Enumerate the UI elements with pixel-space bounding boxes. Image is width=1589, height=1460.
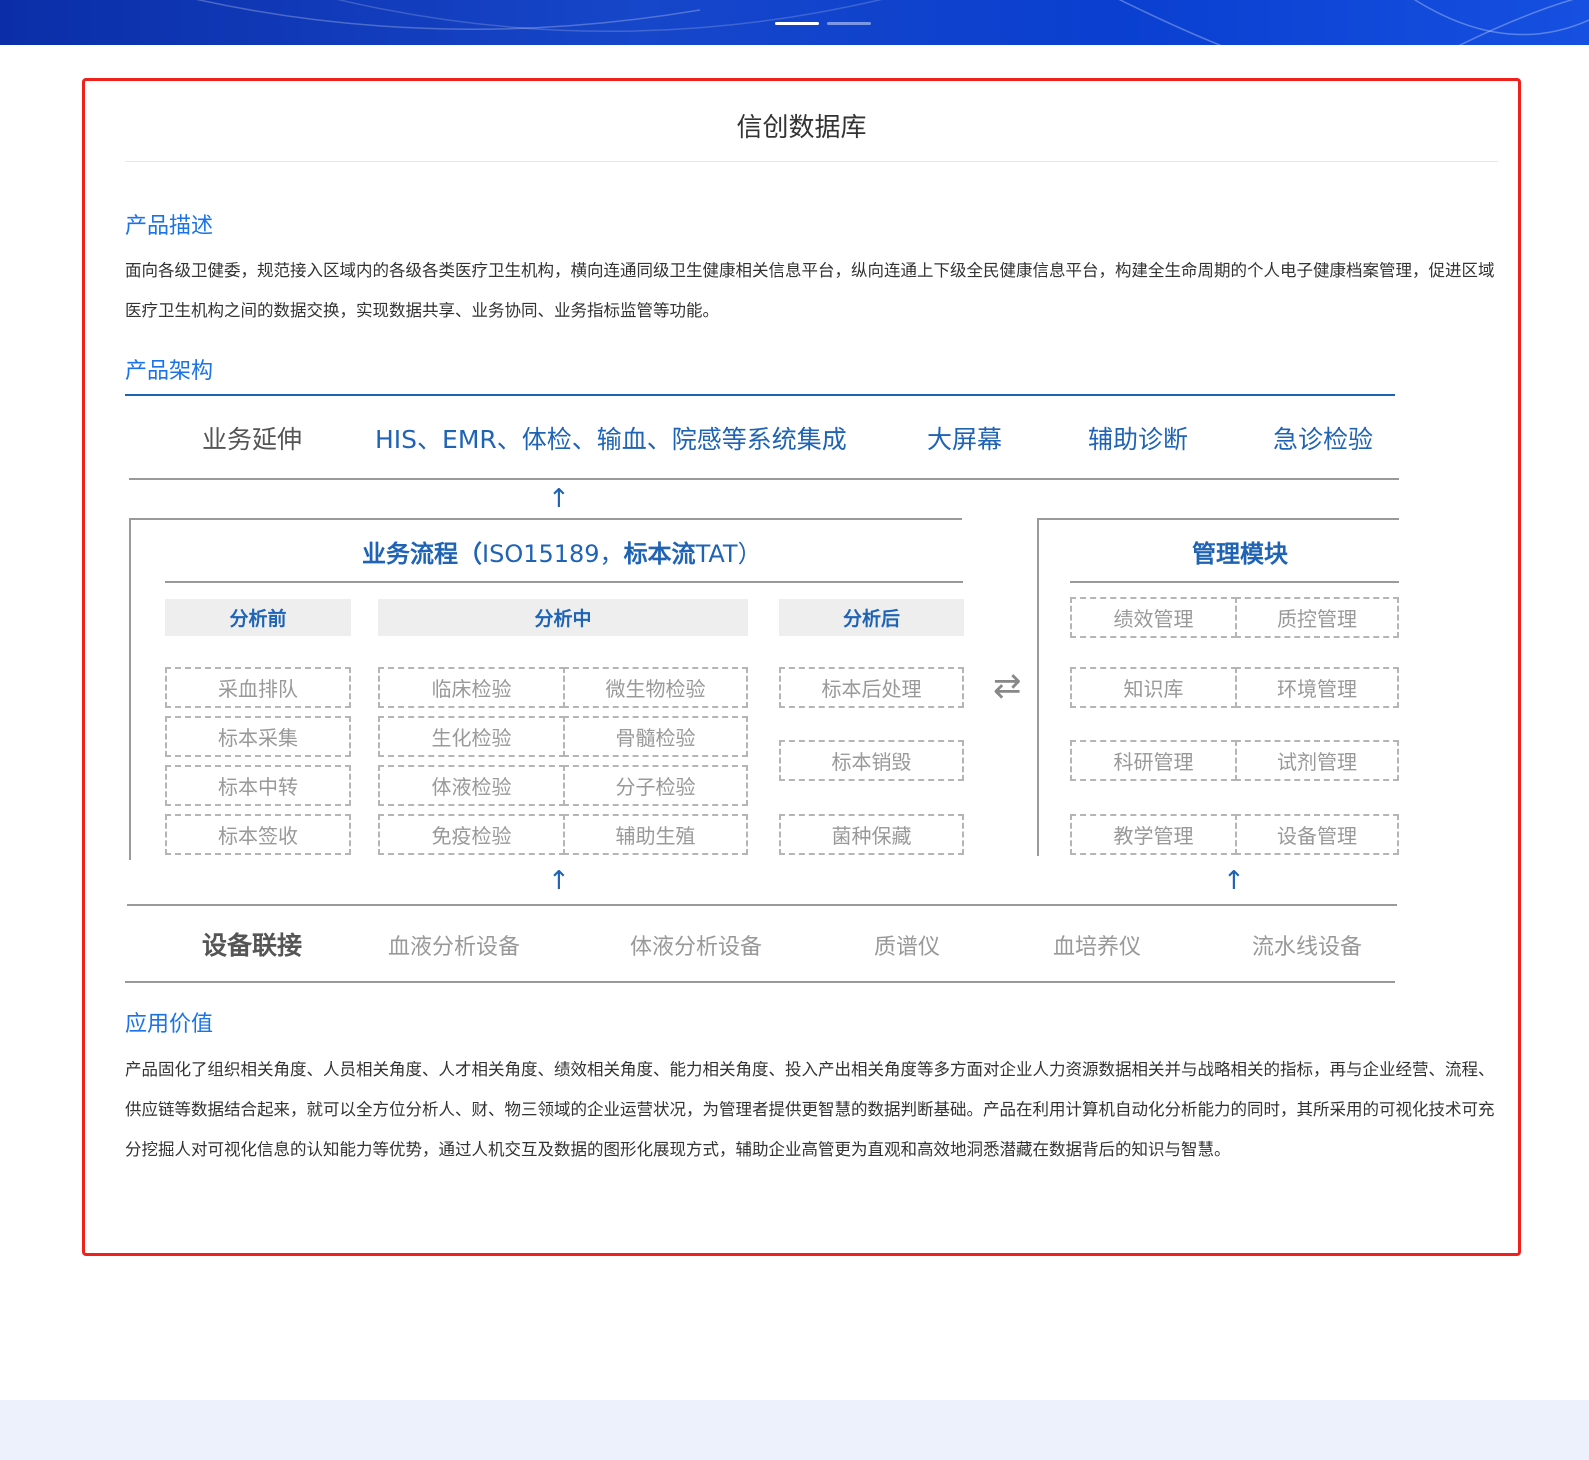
header-post-analysis: 分析后 (779, 599, 964, 636)
management-cell: 教学管理 (1070, 814, 1237, 855)
extension-item: 大屏幕 (927, 425, 1003, 454)
device-item: 体液分析设备 (630, 935, 763, 960)
management-cell: 知识库 (1070, 667, 1237, 708)
carousel-indicators (775, 22, 871, 25)
section-heading-value: 应用价值 (125, 1012, 214, 1037)
devices-label: 设备联接 (202, 931, 303, 960)
extension-item: HIS、EMR、体检、输血、院感等系统集成 (375, 425, 847, 454)
process-cell: 标本采集 (165, 716, 351, 757)
process-cell: 免疫检验 (378, 814, 565, 855)
page-title: 信创数据库 (736, 113, 867, 143)
process-cell: 分子检验 (563, 765, 748, 806)
extension-divider (129, 478, 1399, 480)
devices-top-rule (127, 904, 1397, 906)
process-title: 业务流程（ISO15189，标本流TAT） (362, 540, 762, 568)
header-mid-analysis: 分析中 (378, 599, 748, 636)
description-text: 面向各级卫健委，规范接入区域内的各级各类医疗卫生机构，横向连通同级卫生健康相关信… (125, 261, 1495, 320)
architecture-diagram: 业务延伸 HIS、EMR、体检、输血、院感等系统集成 大屏幕 辅助诊断 急诊检验… (125, 394, 1405, 986)
title-divider (125, 161, 1498, 162)
process-cell: 标本签收 (165, 814, 351, 855)
arrow-up-icon: ↑ (548, 484, 570, 514)
device-item: 质谱仪 (874, 935, 941, 960)
architecture-top-rule (125, 394, 1395, 396)
management-cell: 设备管理 (1235, 814, 1399, 855)
devices-bottom-rule (125, 981, 1395, 983)
process-cell: 骨髓检验 (563, 716, 748, 757)
process-box-top (129, 518, 962, 520)
process-cell: 采血排队 (165, 667, 351, 708)
arrow-up-icon: ↑ (548, 866, 570, 896)
process-cell: 标本销毁 (779, 740, 964, 781)
product-panel: 信创数据库 产品描述 面向各级卫健委，规范接入区域内的各级各类医疗卫生机构，横向… (82, 78, 1521, 1256)
process-cell: 标本后处理 (779, 667, 964, 708)
section-heading-description: 产品描述 (125, 214, 214, 239)
management-box-left (1037, 518, 1039, 856)
management-cell: 绩效管理 (1070, 597, 1237, 638)
management-cell: 试剂管理 (1235, 740, 1399, 781)
management-cell: 科研管理 (1070, 740, 1237, 781)
carousel-dot-2[interactable] (827, 22, 871, 25)
process-cell: 体液检验 (378, 765, 565, 806)
process-cell: 标本中转 (165, 765, 351, 806)
header-pre-analysis: 分析前 (165, 599, 351, 636)
device-item: 血液分析设备 (388, 935, 521, 960)
management-cell: 质控管理 (1235, 597, 1399, 638)
section-heading-architecture: 产品架构 (125, 359, 214, 384)
process-cell: 辅助生殖 (563, 814, 748, 855)
management-title: 管理模块 (1192, 540, 1288, 568)
process-cell: 生化检验 (378, 716, 565, 757)
management-cell: 环境管理 (1235, 667, 1399, 708)
extension-label: 业务延伸 (202, 425, 303, 454)
process-cell: 菌种保藏 (779, 814, 964, 855)
extension-item: 急诊检验 (1273, 425, 1374, 454)
exchange-arrows-icon: ⇄ (993, 666, 1022, 706)
arrow-up-icon: ↑ (1223, 866, 1245, 896)
process-title-rule (165, 581, 963, 583)
value-text: 产品固化了组织相关角度、人员相关角度、人才相关角度、绩效相关角度、能力相关角度、… (125, 1060, 1495, 1159)
process-cell: 临床检验 (378, 667, 565, 708)
footer-band (0, 1400, 1589, 1460)
device-item: 血培养仪 (1053, 935, 1142, 960)
management-title-rule (1070, 581, 1399, 583)
carousel-dot-1[interactable] (775, 22, 819, 25)
management-box-top (1037, 518, 1399, 520)
top-banner (0, 0, 1589, 45)
device-item: 流水线设备 (1252, 935, 1363, 960)
process-cell: 微生物检验 (563, 667, 748, 708)
process-box-left (129, 518, 131, 860)
extension-item: 辅助诊断 (1088, 425, 1189, 454)
